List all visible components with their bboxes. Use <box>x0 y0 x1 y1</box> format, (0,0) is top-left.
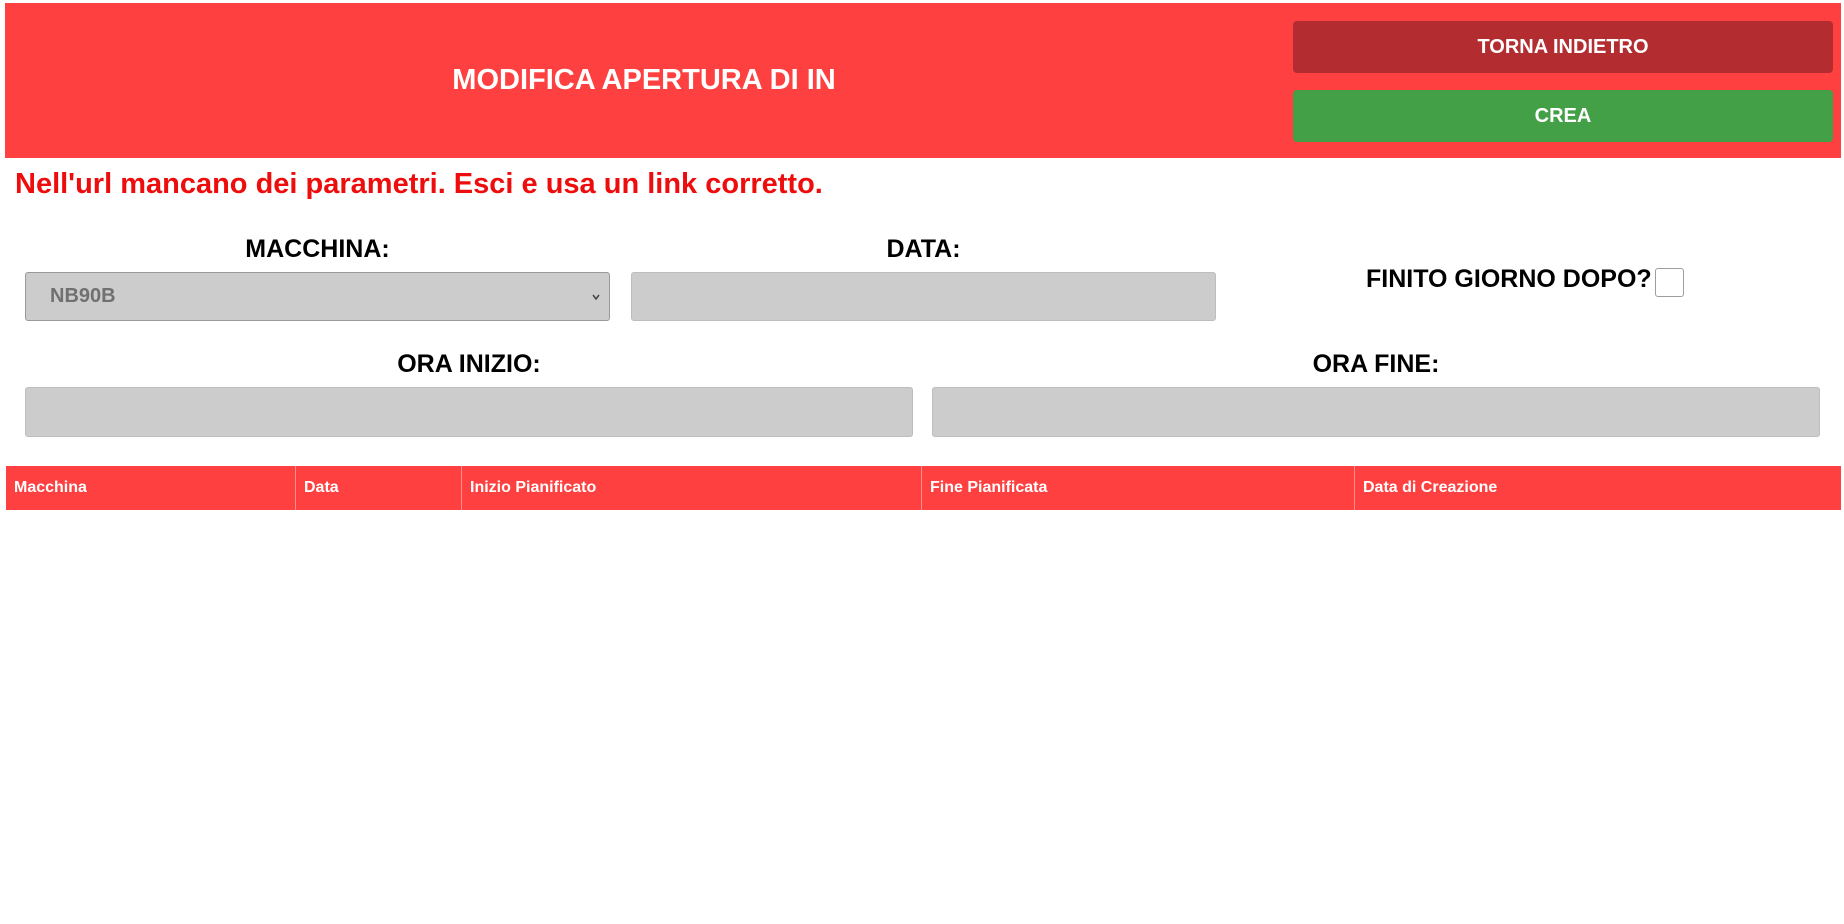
page-header: MODIFICA APERTURA DI IN TORNA INDIETRO C… <box>5 3 1841 158</box>
create-button[interactable]: CREA <box>1293 90 1833 142</box>
back-button[interactable]: TORNA INDIETRO <box>1293 21 1833 73</box>
next-day-label: FINITO GIORNO DOPO? <box>1366 265 1652 293</box>
machine-select[interactable]: NB90B <box>25 272 610 321</box>
column-header-machine[interactable]: Macchina <box>6 466 295 510</box>
machine-select-value: NB90B <box>50 285 116 307</box>
start-time-label: ORA INIZIO: <box>397 350 541 378</box>
page-title: MODIFICA APERTURA DI IN <box>452 64 836 96</box>
schedule-table: Macchina Data Inizio Pianificato Fine Pi… <box>6 466 1841 510</box>
machine-label: MACCHINA: <box>245 235 390 263</box>
column-header-created-date[interactable]: Data di Creazione <box>1354 466 1841 510</box>
date-label: DATA: <box>886 235 961 263</box>
end-time-label: ORA FINE: <box>1312 350 1440 378</box>
date-input[interactable] <box>631 272 1216 321</box>
start-time-input[interactable] <box>25 387 913 437</box>
column-header-date[interactable]: Data <box>295 466 461 510</box>
column-header-planned-end[interactable]: Fine Pianificata <box>921 466 1354 510</box>
column-header-planned-start[interactable]: Inizio Pianificato <box>461 466 921 510</box>
page: MODIFICA APERTURA DI IN TORNA INDIETRO C… <box>0 0 1844 924</box>
end-time-input[interactable] <box>932 387 1820 437</box>
chevron-down-icon <box>592 294 600 300</box>
error-message: Nell'url mancano dei parametri. Esci e u… <box>15 168 823 200</box>
next-day-checkbox[interactable] <box>1655 268 1684 297</box>
